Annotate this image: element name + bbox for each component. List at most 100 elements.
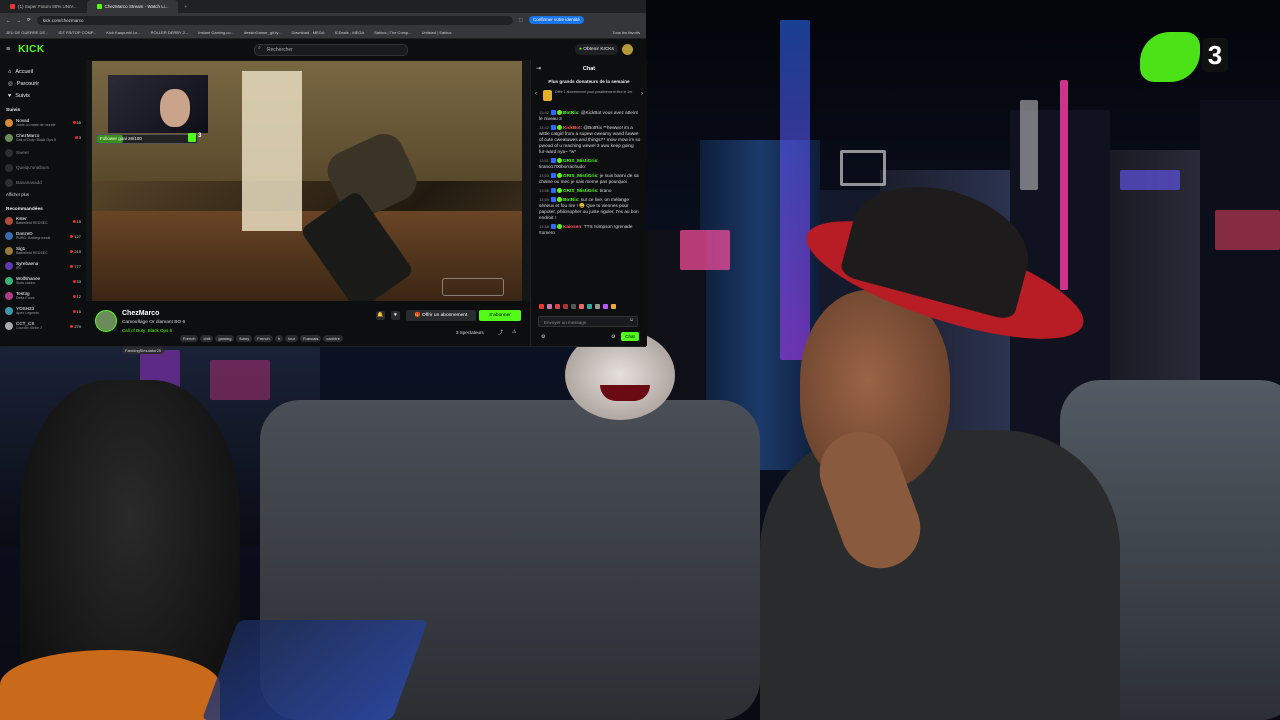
collapse-chat-icon[interactable]: ⇥ bbox=[536, 65, 541, 72]
channel-avatar bbox=[5, 217, 13, 225]
sidebar-channel[interactable]: YOSH33 Apex Legends 15 bbox=[0, 304, 86, 319]
stream-tag[interactable]: carrière bbox=[323, 335, 343, 342]
channel-avatar[interactable] bbox=[95, 310, 117, 332]
bookmark-item[interactable]: ROLLER DERBY 2... bbox=[151, 30, 189, 35]
sidebar-channel[interactable]: Wolfshanee Slots casino 33 bbox=[0, 274, 86, 289]
sidebar-channel[interactable]: Test3g Delta Force 12 bbox=[0, 289, 86, 304]
chat-panel: ⇥ Chat Plus grands donateurs de la semai… bbox=[530, 60, 647, 346]
sidebar-channel[interactable]: Sig1 Battlefield REDSEC 215 bbox=[0, 244, 86, 259]
chat-username[interactable]: BotRix bbox=[563, 110, 578, 115]
profile-chip[interactable]: Confirmer votre identité bbox=[529, 16, 584, 24]
extensions-icon[interactable]: ⬚ bbox=[519, 17, 523, 23]
channel-avatar bbox=[5, 277, 13, 285]
video-player[interactable]: Follower goal 26/100 3 bbox=[92, 61, 522, 301]
emote-icon[interactable] bbox=[579, 304, 584, 309]
chat-username[interactable]: KickBot bbox=[563, 125, 581, 130]
stream-game[interactable]: Call of Duty: Black Ops 6 bbox=[122, 328, 172, 333]
sidebar-channel[interactable]: Novad Juste on mate de morale 55 bbox=[0, 115, 86, 130]
emote-icon[interactable] bbox=[539, 304, 544, 309]
nav-home[interactable]: ⌂ Accueil bbox=[0, 66, 86, 78]
stream-tag[interactable]: funny bbox=[236, 335, 253, 342]
chevron-left-icon[interactable]: ‹ bbox=[535, 91, 537, 97]
bookmark-item[interactable]: Instant Gaming.co... bbox=[198, 30, 234, 35]
emote-icon[interactable] bbox=[555, 304, 560, 309]
gear-icon[interactable]: ⚙ bbox=[611, 334, 615, 340]
subscribe-button[interactable]: S'abonner bbox=[479, 310, 521, 321]
live-dot-icon bbox=[70, 249, 74, 253]
emote-icon[interactable] bbox=[587, 304, 592, 309]
avatar[interactable] bbox=[622, 44, 633, 55]
back-icon[interactable]: ← bbox=[6, 18, 11, 23]
emote-icon[interactable] bbox=[563, 304, 568, 309]
emote-icon[interactable] bbox=[571, 304, 576, 309]
bookmark-item[interactable]: IDT FR/TOP COMP... bbox=[58, 30, 96, 35]
stream-tag[interactable]: chill bbox=[200, 335, 214, 342]
url-field[interactable]: kick.com/chezmarco bbox=[36, 15, 513, 25]
bookmark-item[interactable]: Download - MEGA bbox=[291, 30, 324, 35]
gift-sub-button[interactable]: 🎁 Offrir un abonnement bbox=[406, 310, 476, 321]
show-more-link[interactable]: Afficher plus bbox=[0, 190, 86, 201]
chat-username[interactable]: BotRix bbox=[563, 197, 578, 202]
emote-icon[interactable] bbox=[547, 304, 552, 309]
kick-sidebar: ⌂ Accueil ◎ Parcourir ♥ Suivis Suivis Novad… bbox=[0, 60, 86, 346]
chevron-right-icon[interactable]: › bbox=[641, 91, 643, 97]
emote-icon[interactable] bbox=[595, 304, 600, 309]
stream-tag[interactable]: fr bbox=[274, 335, 284, 342]
emoji-icon[interactable]: ☺ bbox=[629, 317, 634, 323]
emote-icon[interactable] bbox=[603, 304, 608, 309]
viewer-count-badge: 12 bbox=[72, 293, 81, 299]
stream-tag[interactable]: French bbox=[180, 335, 199, 342]
reload-icon[interactable]: ⟳ bbox=[27, 17, 31, 23]
stream-tag[interactable]: gaming bbox=[215, 335, 235, 342]
chat-username[interactable]: GRIS_MistiGris bbox=[563, 188, 597, 193]
sidebar-channel[interactable]: Sweet bbox=[0, 145, 86, 160]
send-chat-button[interactable]: Chat bbox=[621, 332, 639, 341]
bookmark-item[interactable]: Unlisted | Sabius bbox=[422, 30, 452, 35]
live-dot-icon bbox=[72, 121, 76, 124]
sidebar-channel[interactable]: Bananasadd bbox=[0, 175, 86, 190]
sidebar-channel[interactable]: ChezMarco Call of Duty: Black Ops 6 3 bbox=[0, 130, 86, 145]
chat-username[interactable]: Kaiosen bbox=[563, 224, 581, 229]
heart-icon[interactable]: ♥ bbox=[391, 311, 400, 320]
kick-logo[interactable]: KICK bbox=[18, 44, 44, 55]
get-kicks-button[interactable]: ● Obtenir KICKs bbox=[575, 44, 618, 55]
bookmark-item[interactable]: Tous les favoris bbox=[612, 30, 640, 35]
chat-username[interactable]: GRIS_MistiGris bbox=[563, 173, 597, 178]
sidebar-channel[interactable]: Syrebaena IRL 777 bbox=[0, 259, 86, 274]
browser-tab[interactable]: (1) Super Futuro 80% UNIV... bbox=[0, 0, 87, 13]
tag-list: French chill gaming funny French fr tour Franca… bbox=[122, 327, 460, 354]
new-tab-icon[interactable]: + bbox=[184, 4, 187, 9]
sidebar-channel[interactable]: CCT_CS Counter-Strike 2 279 bbox=[0, 319, 86, 334]
menu-icon[interactable]: ≡ bbox=[6, 46, 10, 53]
bookmark-item[interactable]: Sabius | The Comp... bbox=[374, 30, 411, 35]
nav-following[interactable]: ♥ Suivis bbox=[0, 90, 86, 102]
search-input[interactable]: Rechercher bbox=[254, 44, 408, 56]
bookmark-item[interactable]: JEU DE GUERRE DE... bbox=[6, 30, 48, 35]
stream-tag[interactable]: FarmingSimulator25 bbox=[122, 347, 165, 354]
channel-text: Bananasadd bbox=[16, 180, 42, 185]
neon-sign bbox=[1215, 210, 1280, 250]
bookmark-item[interactable]: ICDeals - MEGA bbox=[335, 30, 365, 35]
live-dot-icon bbox=[70, 234, 74, 238]
chat-message: 13:59 BotRix: sur ce live, on mélange sér… bbox=[531, 195, 647, 222]
bookmark-item[interactable]: Kick Kaupunki Le... bbox=[106, 30, 140, 35]
sidebar-channel[interactable]: Kster Battlefield REDSEC 15 bbox=[0, 214, 86, 229]
chat-username[interactable]: GRIS_MistiGris bbox=[563, 158, 597, 163]
forward-icon[interactable]: → bbox=[17, 18, 22, 23]
sidebar-channel[interactable]: Quelqu'unalbum bbox=[0, 160, 86, 175]
stream-tag[interactable]: French bbox=[254, 335, 273, 342]
stream-tag[interactable]: Francais bbox=[300, 335, 322, 342]
settings-icon[interactable]: ⚙ bbox=[541, 334, 545, 340]
bookmark-item[interactable]: dessinGamer_gif.ty... bbox=[244, 30, 282, 35]
stream-tag[interactable]: tour bbox=[285, 335, 299, 342]
channel-name[interactable]: ChezMarco bbox=[122, 310, 159, 317]
browser-tab-active[interactable]: ChezMarco Stream - Watch Li... bbox=[86, 0, 179, 13]
emote-icon[interactable] bbox=[611, 304, 616, 309]
share-icon[interactable]: ⤴ bbox=[498, 329, 503, 336]
bell-icon[interactable]: 🔔 bbox=[376, 311, 385, 320]
sidebar-channel[interactable]: DanzeD PUBG: Battlegrounds 127 bbox=[0, 229, 86, 244]
chat-input[interactable]: Envoyer un message bbox=[538, 316, 638, 327]
viewer-count: 12 bbox=[76, 293, 81, 299]
report-icon[interactable]: ⚠ bbox=[512, 329, 516, 335]
nav-browse[interactable]: ◎ Parcourir bbox=[0, 78, 86, 90]
